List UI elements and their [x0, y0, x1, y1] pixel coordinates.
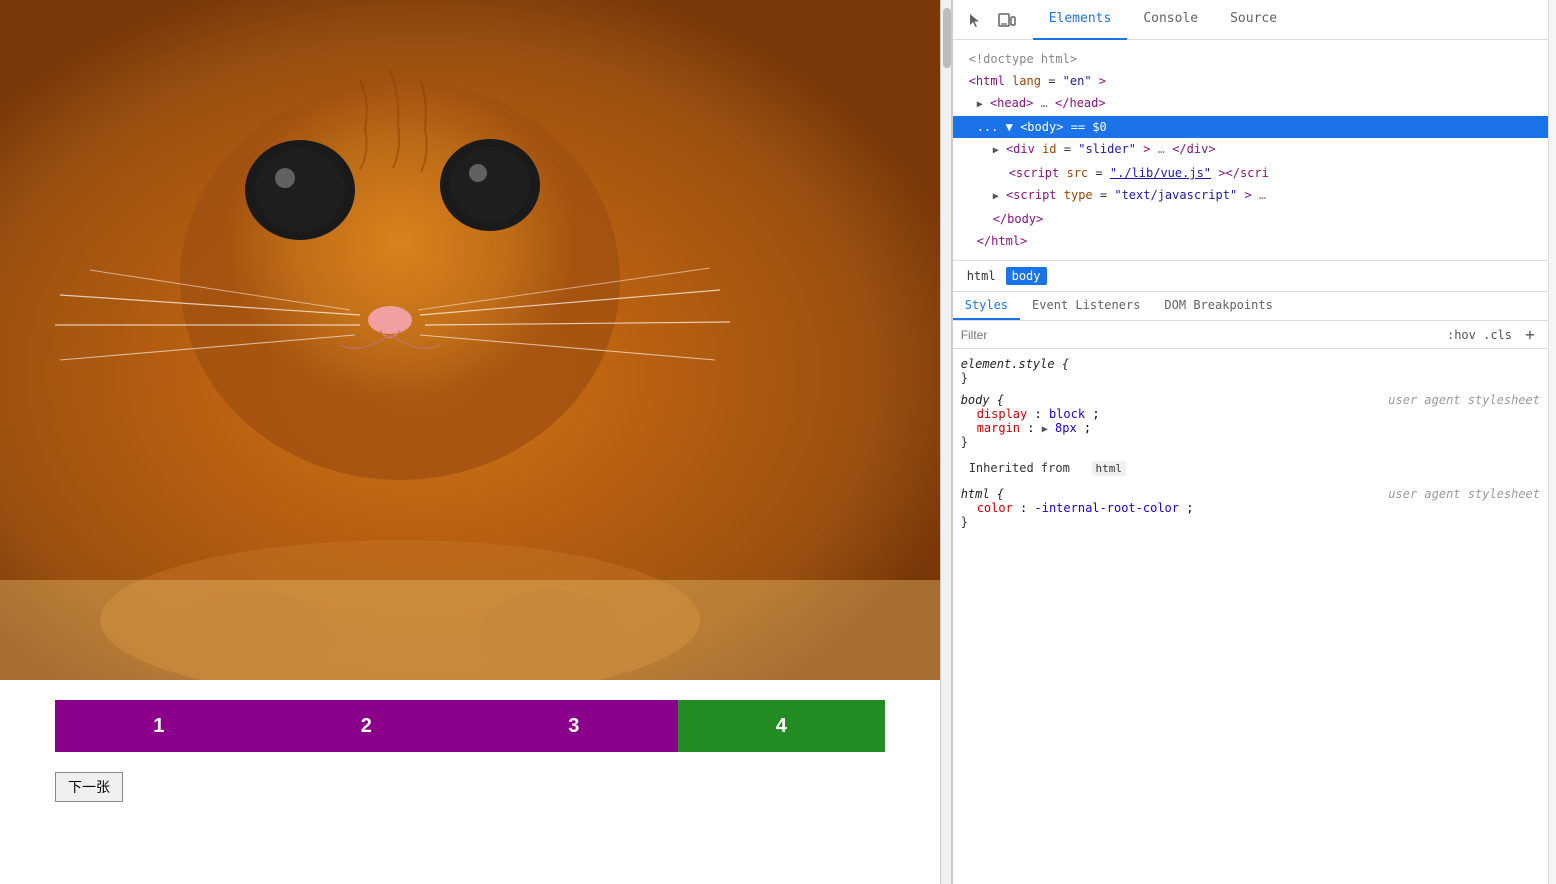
right-edge-handle[interactable] — [1548, 0, 1556, 884]
css-display-prop: display : block ; — [961, 407, 1540, 421]
cursor-icon[interactable] — [961, 6, 989, 34]
breadcrumb: html body — [953, 261, 1548, 292]
dom-line-body-close[interactable]: </body> — [953, 208, 1548, 230]
css-html-selector-line: html { user agent stylesheet — [961, 487, 1540, 501]
slider-btn-3[interactable]: 3 — [470, 700, 678, 752]
dom-line-html[interactable]: <html lang = "en" > — [953, 70, 1548, 92]
dom-line-body[interactable]: ... ▼ <body> == $0 — [953, 116, 1548, 138]
tab-source[interactable]: Source — [1214, 0, 1293, 40]
slider-btn-1[interactable]: 1 — [55, 700, 263, 752]
styles-tab-dom-breakpoints[interactable]: DOM Breakpoints — [1152, 292, 1284, 320]
tab-elements[interactable]: Elements — [1033, 0, 1128, 40]
css-rule-html: html { user agent stylesheet color : -in… — [953, 483, 1548, 533]
css-selector-element: element.style { — [961, 357, 1540, 371]
dom-line-doctype[interactable]: <!doctype html> — [953, 48, 1548, 70]
add-style-button[interactable]: + — [1520, 325, 1540, 344]
slider-btn-4[interactable]: 4 — [678, 700, 886, 752]
cat-background — [0, 0, 940, 680]
dom-line-head[interactable]: ▶ <head> … </head> — [953, 92, 1548, 116]
styles-tabs: Styles Event Listeners DOM Breakpoints — [953, 292, 1548, 321]
css-margin-prop: margin : ▶ 8px ; — [961, 421, 1540, 435]
styles-tab-event-listeners[interactable]: Event Listeners — [1020, 292, 1152, 320]
styles-panel: Styles Event Listeners DOM Breakpoints :… — [953, 292, 1548, 884]
slider-controls: 1 2 3 4 — [55, 700, 885, 752]
styles-tab-styles[interactable]: Styles — [953, 292, 1020, 320]
dom-tree: <!doctype html> <html lang = "en" > ▶ <h… — [953, 40, 1548, 261]
css-rules: element.style { } body { user agent styl… — [953, 349, 1548, 884]
browser-viewport: 1 2 3 4 下一张 — [0, 0, 940, 884]
inherited-tag[interactable]: html — [1092, 461, 1127, 476]
next-btn-area: 下一张 — [0, 772, 940, 802]
devtools-scrollbar[interactable] — [940, 0, 952, 884]
dom-line-script-vue[interactable]: <script src = "./lib/vue.js" ></scri — [953, 162, 1548, 184]
devtools-toolbar: Elements Console Source — [953, 0, 1548, 40]
margin-expand-icon[interactable]: ▶ — [1042, 424, 1048, 435]
css-rule-body: body { user agent stylesheet display : b… — [953, 389, 1548, 453]
filter-pseudo-button[interactable]: :hov .cls — [1443, 326, 1516, 344]
devtools-tabs: Elements Console Source — [1033, 0, 1293, 40]
inherited-label: Inherited from html — [961, 457, 1540, 479]
tab-console[interactable]: Console — [1127, 0, 1214, 40]
css-body-selector-line: body { user agent stylesheet — [961, 393, 1540, 407]
css-rule-element-style: element.style { } — [953, 353, 1548, 389]
scrollbar-thumb[interactable] — [943, 8, 951, 68]
cat-image — [0, 0, 940, 680]
dom-line-script-js[interactable]: ▶ <script type = "text/javascript" > … — [953, 184, 1548, 208]
css-color-prop: color : -internal-root-color ; — [961, 501, 1540, 515]
devtools-panel: Elements Console Source <!doctype html> … — [952, 0, 1548, 884]
device-toggle-icon[interactable] — [993, 6, 1021, 34]
dom-line-div-slider[interactable]: ▶ <div id = "slider" > … </div> — [953, 138, 1548, 162]
dom-line-html-close[interactable]: </html> — [953, 230, 1548, 252]
next-button[interactable]: 下一张 — [55, 772, 123, 802]
filter-bar: :hov .cls + — [953, 321, 1548, 349]
filter-input[interactable] — [961, 328, 1439, 342]
slider-btn-2[interactable]: 2 — [263, 700, 471, 752]
bc-html[interactable]: html — [961, 267, 1002, 285]
bc-body[interactable]: body — [1006, 267, 1047, 285]
inherited-section: Inherited from html — [953, 453, 1548, 483]
